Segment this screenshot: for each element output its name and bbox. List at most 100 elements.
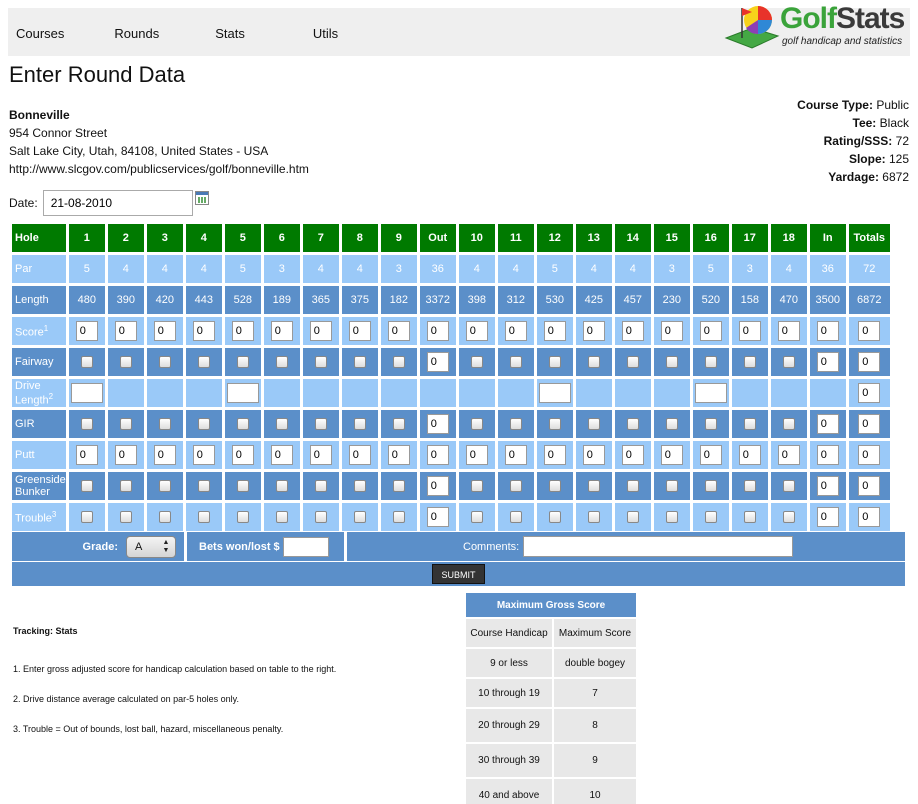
greenside-bunker-checkbox[interactable]	[314, 480, 327, 493]
trouble-checkbox[interactable]	[626, 511, 639, 524]
score-total-input[interactable]	[858, 321, 881, 341]
fairway-total-input[interactable]	[858, 352, 881, 372]
drive-length-input[interactable]	[226, 383, 259, 403]
gir-in-input[interactable]	[816, 414, 839, 434]
greenside-bunker-checkbox[interactable]	[587, 480, 600, 493]
drive-length-input[interactable]	[694, 383, 727, 403]
greenside-bunker-checkbox[interactable]	[392, 480, 405, 493]
gir-checkbox[interactable]	[353, 418, 366, 431]
submit-button[interactable]: SUBMIT	[432, 564, 485, 584]
fairway-in-input[interactable]	[816, 352, 839, 372]
gir-checkbox[interactable]	[314, 418, 327, 431]
nav-utils[interactable]: Utils	[313, 26, 338, 41]
putt-total-input[interactable]	[858, 445, 881, 465]
fairway-checkbox[interactable]	[704, 356, 717, 369]
golfstats-logo[interactable]: GolfStats golf handicap and statistics	[722, 2, 914, 52]
greenside-bunker-checkbox[interactable]	[80, 480, 93, 493]
fairway-checkbox[interactable]	[158, 356, 171, 369]
fairway-checkbox[interactable]	[782, 356, 795, 369]
gir-total-input[interactable]	[858, 414, 881, 434]
score-input[interactable]	[699, 321, 722, 341]
score-input[interactable]	[192, 321, 215, 341]
greenside-bunker-checkbox[interactable]	[704, 480, 717, 493]
gir-checkbox[interactable]	[509, 418, 522, 431]
greenside-bunker-checkbox[interactable]	[119, 480, 132, 493]
greenside-bunker-checkbox[interactable]	[158, 480, 171, 493]
trouble-checkbox[interactable]	[314, 511, 327, 524]
trouble-checkbox[interactable]	[119, 511, 132, 524]
score-input[interactable]	[738, 321, 761, 341]
trouble-checkbox[interactable]	[353, 511, 366, 524]
fairway-out-input[interactable]	[426, 352, 449, 372]
fairway-checkbox[interactable]	[236, 356, 249, 369]
gir-checkbox[interactable]	[782, 418, 795, 431]
trouble-total-input[interactable]	[858, 507, 881, 527]
fairway-checkbox[interactable]	[353, 356, 366, 369]
putt-input[interactable]	[777, 445, 800, 465]
greenside-bunker-checkbox[interactable]	[626, 480, 639, 493]
score-input[interactable]	[231, 321, 254, 341]
trouble-checkbox[interactable]	[587, 511, 600, 524]
drive-total-input[interactable]	[858, 383, 881, 403]
gir-checkbox[interactable]	[158, 418, 171, 431]
fairway-checkbox[interactable]	[509, 356, 522, 369]
putt-input[interactable]	[75, 445, 98, 465]
gir-checkbox[interactable]	[392, 418, 405, 431]
putt-input[interactable]	[582, 445, 605, 465]
putt-out-input[interactable]	[426, 445, 449, 465]
gir-checkbox[interactable]	[470, 418, 483, 431]
trouble-checkbox[interactable]	[509, 511, 522, 524]
greenside-bunker-checkbox[interactable]	[236, 480, 249, 493]
putt-input[interactable]	[348, 445, 371, 465]
putt-input[interactable]	[543, 445, 566, 465]
score-input[interactable]	[75, 321, 98, 341]
greenside-bunker-checkbox[interactable]	[470, 480, 483, 493]
putt-input[interactable]	[504, 445, 527, 465]
fairway-checkbox[interactable]	[275, 356, 288, 369]
score-input[interactable]	[777, 321, 800, 341]
putt-in-input[interactable]	[816, 445, 839, 465]
putt-input[interactable]	[270, 445, 293, 465]
greenside-bunker-checkbox[interactable]	[782, 480, 795, 493]
trouble-in-input[interactable]	[816, 507, 839, 527]
drive-length-input[interactable]	[70, 383, 103, 403]
putt-input[interactable]	[309, 445, 332, 465]
score-input[interactable]	[387, 321, 410, 341]
trouble-checkbox[interactable]	[236, 511, 249, 524]
gir-checkbox[interactable]	[197, 418, 210, 431]
score-input[interactable]	[114, 321, 137, 341]
trouble-checkbox[interactable]	[80, 511, 93, 524]
score-in-input[interactable]	[816, 321, 839, 341]
putt-input[interactable]	[192, 445, 215, 465]
fairway-checkbox[interactable]	[665, 356, 678, 369]
fairway-checkbox[interactable]	[626, 356, 639, 369]
putt-input[interactable]	[621, 445, 644, 465]
trouble-checkbox[interactable]	[704, 511, 717, 524]
putt-input[interactable]	[387, 445, 410, 465]
fairway-checkbox[interactable]	[392, 356, 405, 369]
trouble-checkbox[interactable]	[275, 511, 288, 524]
putt-input[interactable]	[699, 445, 722, 465]
trouble-checkbox[interactable]	[470, 511, 483, 524]
score-input[interactable]	[270, 321, 293, 341]
greenside-bunker-checkbox[interactable]	[509, 480, 522, 493]
fairway-checkbox[interactable]	[314, 356, 327, 369]
bets-input[interactable]	[282, 536, 329, 557]
comments-input[interactable]	[523, 536, 794, 557]
score-input[interactable]	[309, 321, 332, 341]
gir-checkbox[interactable]	[275, 418, 288, 431]
greenside-bunker-checkbox[interactable]	[743, 480, 756, 493]
score-input[interactable]	[621, 321, 644, 341]
putt-input[interactable]	[738, 445, 761, 465]
nav-stats[interactable]: Stats	[215, 26, 245, 41]
greenside-bunker-checkbox[interactable]	[353, 480, 366, 493]
gir-out-input[interactable]	[426, 414, 449, 434]
greenside-bunker-checkbox[interactable]	[665, 480, 678, 493]
gir-checkbox[interactable]	[548, 418, 561, 431]
gir-checkbox[interactable]	[626, 418, 639, 431]
gir-checkbox[interactable]	[587, 418, 600, 431]
fairway-checkbox[interactable]	[743, 356, 756, 369]
nav-rounds[interactable]: Rounds	[114, 26, 159, 41]
trouble-checkbox[interactable]	[665, 511, 678, 524]
gir-checkbox[interactable]	[80, 418, 93, 431]
